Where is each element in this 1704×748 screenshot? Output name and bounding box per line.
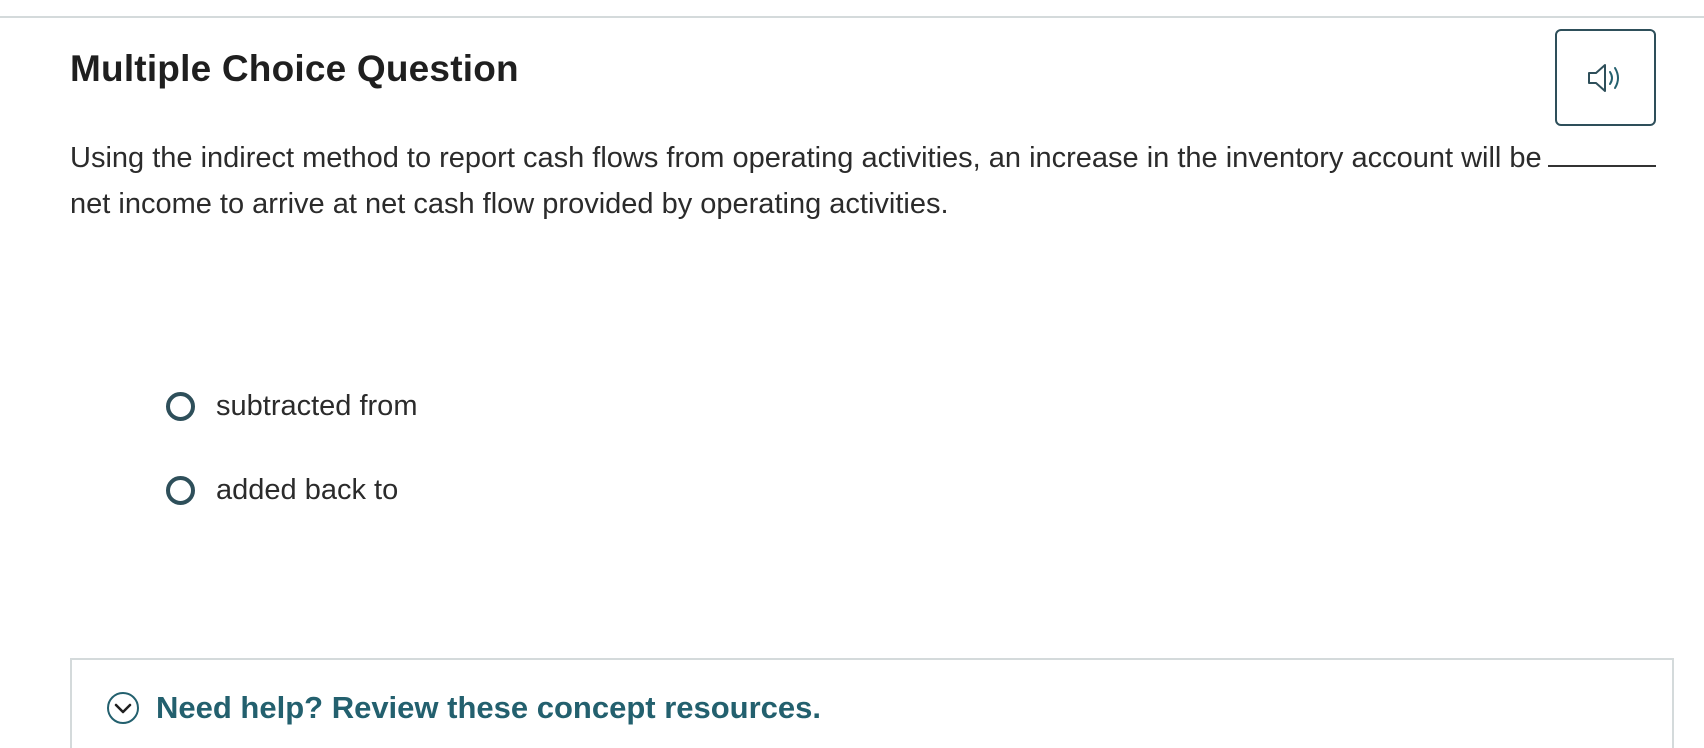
- question-text-after-blank: net income to arrive at net cash flow pr…: [70, 188, 949, 220]
- top-divider: [0, 16, 1704, 18]
- concept-resources-toggle[interactable]: Need help? Review these concept resource…: [106, 690, 821, 726]
- radio-button[interactable]: [166, 391, 195, 421]
- option-label: added back to: [216, 473, 399, 506]
- read-aloud-button[interactable]: [1555, 29, 1656, 126]
- radio-button[interactable]: [166, 475, 195, 505]
- question-text-before-blank: Using the indirect method to report cash…: [70, 142, 1542, 174]
- concept-resources-label: Need help? Review these concept resource…: [156, 690, 822, 725]
- question-heading: Multiple Choice Question: [70, 48, 519, 89]
- option-label: subtracted from: [216, 389, 418, 422]
- concept-resources-panel: Need help? Review these concept resource…: [70, 658, 1674, 748]
- option-added-back-to[interactable]: added back to: [166, 470, 417, 510]
- speaker-icon: [1587, 63, 1619, 92]
- option-subtracted-from[interactable]: subtracted from: [166, 386, 417, 426]
- chevron-down-circle-icon: [107, 692, 139, 724]
- question-prompt: Using the indirect method to report cash…: [70, 135, 1670, 227]
- answer-options: subtracted from added back to: [166, 386, 417, 554]
- answer-blank: [1547, 139, 1656, 167]
